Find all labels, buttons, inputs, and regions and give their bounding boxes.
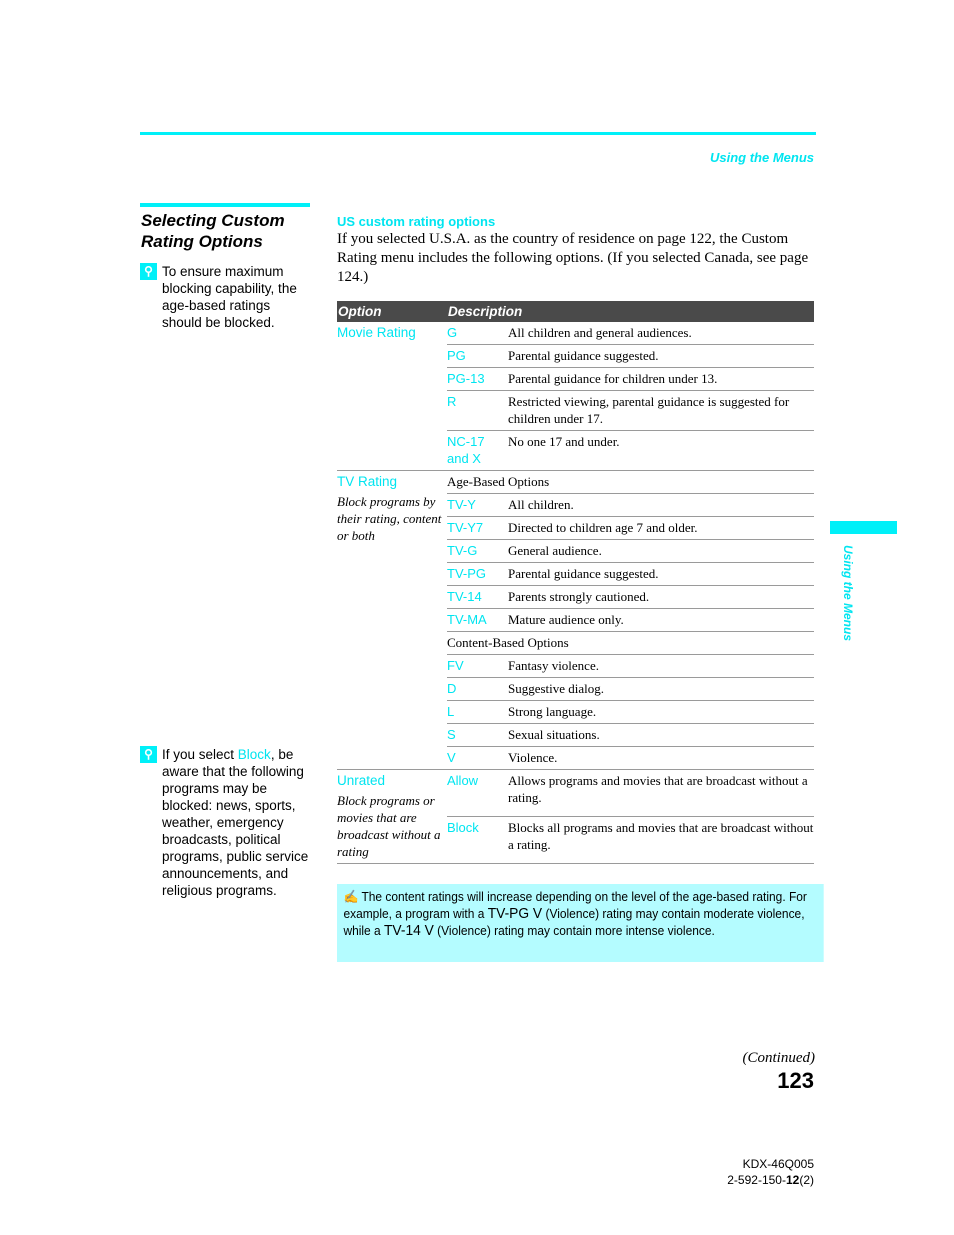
part-number: 2-592-150-12(2) [727, 1173, 814, 1187]
rating-code[interactable]: R [447, 390, 508, 431]
option-name[interactable]: Movie Rating [337, 324, 447, 341]
rating-description: Fantasy violence. [508, 654, 814, 678]
rating-code[interactable]: TV-14 [447, 585, 508, 609]
option-category: Age-Based Options [447, 470, 814, 494]
rating-description: Directed to children age 7 and older. [508, 516, 814, 540]
rating-description: Restricted viewing, parental guidance is… [508, 390, 814, 431]
intro-paragraph: If you selected U.S.A. as the country of… [337, 231, 809, 285]
tv-14-v: TV-14 V [383, 922, 434, 939]
section-rule [140, 203, 310, 207]
rating-description: Mature audience only. [508, 608, 814, 632]
rating-description: All children. [508, 493, 814, 517]
subheading: US custom rating options [337, 214, 496, 229]
table-row: Movie Rating G All children and general au… [337, 322, 814, 471]
option-category: Content-Based Options [447, 631, 814, 655]
rating-description: Allows programs and movies that are broa… [508, 769, 814, 817]
header-description: Description [447, 301, 814, 322]
rating-code[interactable]: TV-PG [447, 562, 508, 586]
model-info: KDX-46Q005 2-592-150-12(2) [727, 1156, 814, 1188]
option-cell: Movie Rating [337, 322, 447, 471]
rating-code[interactable]: TV-Y [447, 493, 508, 517]
side-tab [830, 521, 897, 534]
option-cell: Unrated Block programs or movies that are… [337, 769, 447, 864]
lightbulb-tip-icon: ⚲ [140, 263, 157, 280]
rating-description: Strong language. [508, 700, 814, 724]
rating-code[interactable]: D [447, 677, 508, 701]
model-number: KDX-46Q005 [742, 1157, 814, 1171]
header-option: Option [337, 301, 447, 322]
continued-label: (Continued) [742, 1050, 816, 1066]
note-box: ✍ The content ratings will increase depe… [337, 884, 824, 962]
pencil-note-icon: ✍ [343, 889, 359, 904]
tv-pg-v: TV-PG V [487, 905, 543, 922]
table-row: TV Rating Block programs by their rating,… [337, 470, 814, 770]
table-row: Unrated Block programs or movies that are… [337, 769, 814, 864]
rating-code[interactable]: L [447, 700, 508, 724]
rating-code[interactable]: G [447, 322, 508, 345]
rating-options-table: Option Description Movie Rating G All chil… [337, 301, 814, 864]
option-note: Block programs by their rating, content … [337, 494, 442, 543]
rating-description: Blocks all programs and movies that are … [508, 816, 814, 864]
rating-description: Sexual situations. [508, 723, 814, 747]
option-cell: TV Rating Block programs by their rating,… [337, 470, 447, 770]
top-rule [140, 132, 816, 135]
block-link[interactable]: Block [238, 747, 271, 762]
rating-code[interactable]: NC-17 and X [447, 430, 508, 471]
rating-code[interactable]: TV-MA [447, 608, 508, 632]
page-number: 123 [777, 1068, 814, 1093]
rating-description: Parents strongly cautioned. [508, 585, 814, 609]
rating-description: No one 17 and under. [508, 430, 814, 471]
rating-description: Parental guidance for children under 13. [508, 367, 814, 391]
option-name[interactable]: Unrated [337, 772, 447, 789]
rating-description: All children and general audiences. [508, 325, 692, 340]
rating-code[interactable]: PG-13 [447, 367, 508, 391]
rating-code[interactable]: Block [447, 816, 508, 864]
running-head: Using the Menus [709, 150, 814, 165]
rating-code[interactable]: V [447, 746, 508, 770]
tip-1-text: To ensure maximum blocking capability, t… [162, 264, 297, 330]
option-name[interactable]: TV Rating [337, 473, 447, 490]
rating-description: Violence. [508, 746, 814, 770]
tip-1: ⚲ To ensure maximum blocking capability,… [140, 263, 312, 331]
tip-2: ⚲ If you select Block, be aware that the… [140, 746, 312, 899]
side-tab-label: Using the Menus [841, 545, 855, 642]
rating-code[interactable]: Allow [447, 769, 508, 817]
option-note: Block programs or movies that are broadc… [337, 793, 441, 859]
section-title: Selecting Custom Rating Options [141, 211, 285, 251]
rating-code[interactable]: FV [447, 654, 508, 678]
rating-description: Suggestive dialog. [508, 677, 814, 701]
table-header-row: Option Description [337, 301, 814, 322]
rating-code[interactable]: TV-G [447, 539, 508, 563]
rating-code[interactable]: PG [447, 344, 508, 368]
rating-description: Parental guidance suggested. [508, 562, 814, 586]
rating-description: Parental guidance suggested. [508, 344, 814, 368]
tip-2-text: If you select Block, be aware that the f… [162, 747, 309, 898]
rating-code[interactable]: S [447, 723, 508, 747]
rating-description: General audience. [508, 539, 814, 563]
lightbulb-tip-icon: ⚲ [140, 746, 157, 763]
rating-code[interactable]: TV-Y7 [447, 516, 508, 540]
